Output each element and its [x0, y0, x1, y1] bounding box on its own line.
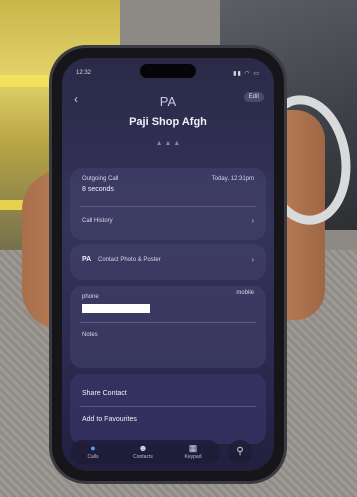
share-contact-button[interactable]: Share Contact — [82, 390, 127, 397]
contact-name: Paji Shop Afgh — [129, 116, 207, 128]
phone-badge: mobile — [236, 290, 254, 296]
phone-screen: 12:32 ▮▮ ◠ ▭ ‹ PA Edit Paji Shop Afgh ▲ … — [62, 58, 274, 471]
edit-button[interactable]: Edit — [243, 92, 264, 102]
tab-label: Contacts — [133, 454, 153, 460]
contact-poster-row[interactable]: PA Contact Photo & Poster › — [70, 244, 266, 280]
tab-contacts[interactable]: ☻ Contacts — [126, 443, 160, 460]
tab-keypad[interactable]: ▦ Keypad — [176, 443, 210, 460]
divider — [80, 406, 256, 407]
poster-label: Contact Photo & Poster — [98, 257, 161, 263]
tab-label: Calls — [87, 454, 99, 460]
chevron-right-icon: › — [251, 216, 254, 225]
keypad-icon: ▦ — [188, 443, 198, 453]
photo-scene: 12:32 ▮▮ ◠ ▭ ‹ PA Edit Paji Shop Afgh ▲ … — [0, 0, 357, 497]
add-favourites-button[interactable]: Add to Favourites — [82, 416, 137, 423]
call-info-card: Outgoing Call Today, 12:31pm 8 seconds C… — [70, 168, 266, 240]
actions-card: Share Contact Add to Favourites — [70, 374, 266, 444]
notes-label[interactable]: Notes — [82, 332, 98, 338]
phone-icon: ● — [90, 443, 96, 453]
call-duration: 8 seconds — [82, 186, 114, 193]
poster-badge: PA — [82, 256, 92, 263]
tab-bar: ● Calls ☻ Contacts ▦ Keypad — [70, 440, 220, 464]
call-type: Outgoing Call — [82, 176, 119, 182]
phone-notes-card: phone mobile Notes — [70, 286, 266, 368]
contact-logo: ▲ ▲ ▲ — [155, 140, 181, 147]
phone-label: phone — [82, 294, 99, 300]
divider — [80, 322, 256, 323]
tab-label: Keypad — [184, 454, 202, 460]
person-icon: ☻ — [138, 443, 148, 453]
status-time: 12:32 — [76, 70, 92, 76]
call-history-link[interactable]: Call History — [82, 218, 113, 224]
tab-calls[interactable]: ● Calls — [76, 443, 110, 460]
chevron-right-icon: › — [251, 255, 254, 264]
redacted-phone-number[interactable] — [82, 304, 150, 313]
status-indicators: ▮▮ ◠ ▭ — [233, 71, 260, 77]
call-time: Today, 12:31pm — [211, 176, 254, 182]
header-initials: PA — [159, 94, 177, 109]
dynamic-island — [140, 64, 196, 78]
search-icon[interactable]: ⚲ — [228, 440, 252, 464]
divider — [80, 206, 256, 207]
